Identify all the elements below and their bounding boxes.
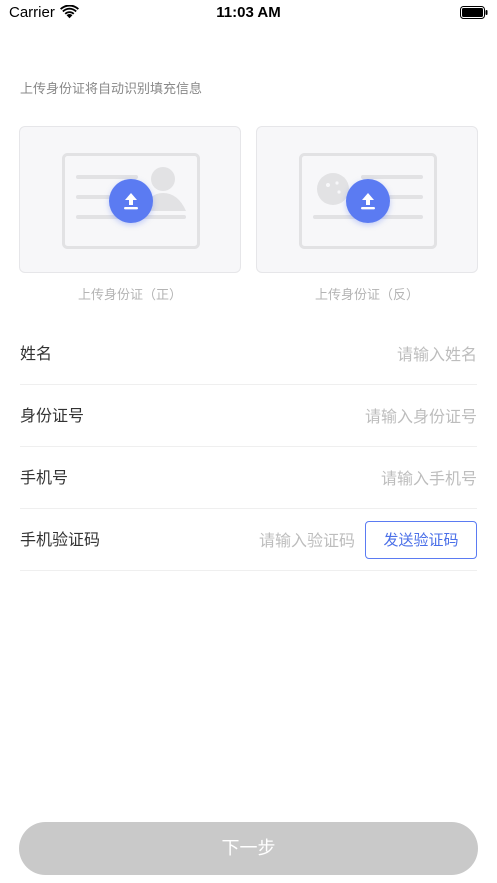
verify-code-label: 手机验证码 bbox=[20, 530, 101, 549]
upload-id-front[interactable] bbox=[19, 126, 241, 273]
name-input[interactable] bbox=[217, 338, 477, 370]
upload-back-caption: 上传身份证（反） bbox=[314, 288, 419, 303]
battery-icon bbox=[460, 6, 488, 19]
upload-icon bbox=[124, 193, 138, 210]
upload-back-button[interactable] bbox=[346, 179, 390, 223]
id-number-row: 身份证号 bbox=[20, 385, 477, 447]
id-number-input[interactable] bbox=[217, 400, 477, 432]
status-time: 11:03 AM bbox=[216, 4, 281, 21]
upload-icon bbox=[361, 193, 375, 210]
phone-input[interactable] bbox=[217, 462, 477, 494]
page: Carrier 11:03 AM 上传身份证将自动识别填充信息 上传身份证（正）… bbox=[0, 0, 497, 883]
status-bar: Carrier 11:03 AM bbox=[0, 0, 497, 26]
verify-code-row: 手机验证码 发送验证码 bbox=[20, 509, 477, 571]
verify-code-input[interactable] bbox=[175, 524, 355, 556]
phone-row: 手机号 bbox=[20, 447, 477, 509]
id-number-label: 身份证号 bbox=[20, 406, 85, 425]
upload-id-back[interactable] bbox=[256, 126, 478, 273]
next-step-button[interactable]: 下一步 bbox=[19, 822, 478, 875]
name-row: 姓名 bbox=[20, 323, 477, 385]
name-label: 姓名 bbox=[20, 344, 53, 363]
phone-label: 手机号 bbox=[20, 468, 69, 487]
send-code-button[interactable]: 发送验证码 bbox=[365, 521, 477, 559]
upload-front-caption: 上传身份证（正） bbox=[77, 288, 182, 303]
upload-hint: 上传身份证将自动识别填充信息 bbox=[20, 82, 203, 97]
upload-front-button[interactable] bbox=[109, 179, 153, 223]
